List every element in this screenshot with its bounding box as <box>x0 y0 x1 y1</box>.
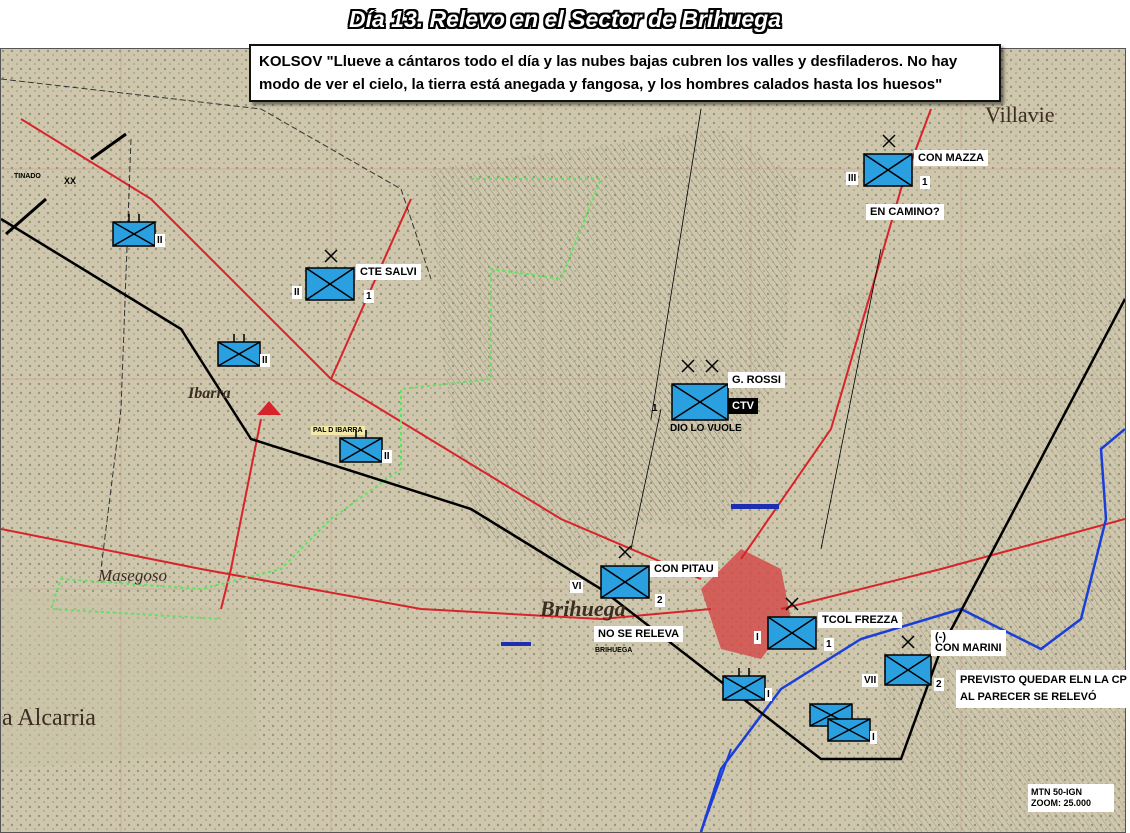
unit-bn1-echelon: II <box>155 234 165 247</box>
unit-rossi-name: G. ROSSI <box>728 372 785 388</box>
unit-salvi-symbol <box>305 249 355 301</box>
unit-marini-symbol <box>884 635 932 686</box>
unit-rossi-echelon: 1 <box>652 403 658 414</box>
unit-marini-echelon: VII <box>862 674 879 687</box>
unit-mazza-note: EN CAMINO? <box>866 204 944 220</box>
unit-salvi-num: 1 <box>364 290 374 303</box>
unit-bn1-symbol <box>112 214 156 247</box>
unit-mazza-name: CON MAZZA <box>914 150 988 166</box>
unit-frezza-symbol <box>767 597 817 650</box>
unit-salvi-name: CTE SALVI <box>356 264 421 280</box>
unit-bn2-symbol <box>217 334 261 367</box>
scale-line2: ZOOM: 25.000 <box>1031 798 1092 808</box>
unit-mazza-num: 1 <box>920 176 930 189</box>
unit-bn3-symbol <box>339 430 383 463</box>
unit-pitau-symbol <box>600 545 650 599</box>
unit-frezza-echelon: I <box>754 631 761 644</box>
unit-rossi-tag: CTV <box>728 398 758 414</box>
unit-frezza-num: 1 <box>824 638 834 651</box>
unit-salvi-echelon: II <box>292 286 302 299</box>
unit-marini-name: (-) CON MARINI <box>931 630 1006 656</box>
unit-marini-note: PREVISTO QUEDAR ELN LA CP AL PARECER SE … <box>956 670 1130 708</box>
unit-pitau-note: NO SE RELEVA <box>594 626 684 642</box>
unit-pitau-num: 2 <box>655 594 665 607</box>
unit-bn5b-symbol <box>827 718 871 742</box>
scale-note: MTN 50-IGN ZOOM: 25.000 <box>1028 784 1114 812</box>
unit-rossi-symbol <box>671 359 729 421</box>
unit-pitau-name: CON PITAU <box>650 561 718 577</box>
unit-frezza-name: TCOL FREZZA <box>818 612 903 628</box>
unit-bn4-symbol <box>722 668 766 701</box>
unit-bn3-echelon: II <box>382 450 392 463</box>
unit-mazza-symbol <box>863 134 913 187</box>
unit-rossi-motto: DIO LO VUOLE <box>670 423 742 434</box>
unit-pitau-echelon: VI <box>570 580 584 593</box>
scale-line1: MTN 50-IGN <box>1031 787 1083 797</box>
unit-bn4-echelon: I <box>765 688 772 701</box>
unit-bn2-echelon: II <box>260 354 270 367</box>
unit-marini-num: 2 <box>934 678 944 691</box>
unit-mazza-echelon: III <box>846 172 859 185</box>
unit-bn5-echelon: I <box>870 731 877 744</box>
